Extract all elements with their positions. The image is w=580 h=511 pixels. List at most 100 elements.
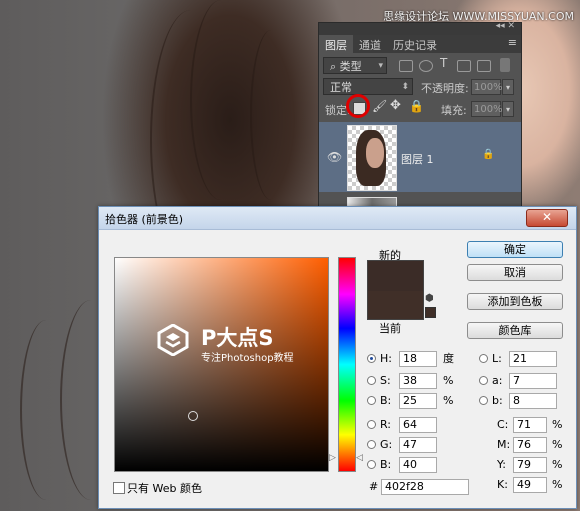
field-row-m: M: 76 % (497, 437, 571, 453)
pixel-filter-icon[interactable] (399, 60, 413, 72)
lock-position-move-icon[interactable]: ✥ (390, 98, 401, 113)
label-g: G: (380, 438, 393, 451)
input-a[interactable]: 7 (509, 373, 557, 389)
layer-lock-icon: 🔒 (482, 149, 495, 160)
radio-lab-b[interactable] (479, 396, 488, 405)
color-cursor[interactable] (188, 411, 198, 421)
hair-strand (20, 320, 72, 500)
hue-slider[interactable] (338, 257, 356, 472)
color-picker-dialog: 拾色器 (前景色) ✕ P大点S 专注Photoshop教程 ▷ ◁ 新的 当前… (98, 206, 577, 509)
fill-dropdown-icon[interactable]: ▾ (502, 101, 514, 117)
hex-input[interactable]: 402f28 (381, 479, 469, 495)
label-b: B: (380, 394, 392, 407)
unit-percent: % (552, 438, 563, 451)
opacity-input[interactable]: 100% (471, 79, 503, 95)
opacity-label: 不透明度: (421, 82, 469, 95)
hue-right-arrow-icon[interactable]: ◁ (356, 453, 363, 463)
label-l: L: (492, 352, 502, 365)
field-row-r: R: 64 (367, 417, 467, 433)
logo-mark-icon (157, 324, 189, 356)
input-k[interactable]: 49 (513, 477, 547, 493)
panel-menu-icon[interactable]: ≡ (508, 36, 517, 49)
input-s[interactable]: 38 (399, 373, 437, 389)
fill-label: 填充: (441, 104, 467, 117)
type-filter-icon[interactable]: T (440, 56, 447, 70)
unit-degree: 度 (443, 352, 454, 365)
websafe-swatch-icon[interactable] (425, 307, 436, 318)
blend-mode-value: 正常 (330, 81, 352, 94)
lock-all-icon[interactable]: 🔒 (409, 99, 424, 113)
dialog-titlebar[interactable]: 拾色器 (前景色) ✕ (99, 207, 576, 230)
input-y[interactable]: 79 (513, 457, 547, 473)
shape-filter-icon[interactable] (457, 60, 471, 72)
filter-toggle-icon[interactable] (500, 58, 510, 72)
radio-g[interactable] (367, 440, 376, 449)
panel-topbar: ◂◂ ✕ (319, 21, 521, 35)
label-s: S: (380, 374, 391, 387)
saturation-brightness-field[interactable]: P大点S 专注Photoshop教程 (114, 257, 329, 472)
field-row-a: a: 7 (479, 373, 569, 389)
adjustment-filter-icon[interactable] (419, 60, 433, 72)
field-row-c: C: 71 % (497, 417, 571, 433)
fill-input[interactable]: 100% (471, 101, 503, 117)
label-r: R: (380, 418, 392, 431)
input-lab-b[interactable]: 8 (509, 393, 557, 409)
label-c: C: (497, 418, 509, 431)
radio-b[interactable] (367, 396, 376, 405)
input-b[interactable]: 25 (399, 393, 437, 409)
label-blue: B: (380, 458, 392, 471)
chevron-updown-icon: ⬍ (401, 82, 409, 92)
collapse-icon[interactable]: ◂◂ ✕ (496, 21, 515, 31)
input-c[interactable]: 71 (513, 417, 547, 433)
color-libraries-button[interactable]: 颜色库 (467, 322, 563, 339)
layer-row[interactable]: 👁 图层 1 🔒 (319, 122, 521, 192)
layers-panel: ◂◂ ✕ 图层 通道 历史记录 ≡ ⌕ 类型 ▾ T 正常 ⬍ 不透明度: 100%… (318, 21, 522, 214)
input-blue[interactable]: 40 (399, 457, 437, 473)
hue-left-arrow-icon[interactable]: ▷ (329, 453, 336, 463)
logo-brand: P大点S (201, 326, 274, 350)
label-y: Y: (497, 458, 506, 471)
current-color-swatch[interactable] (367, 291, 424, 320)
opacity-dropdown-icon[interactable]: ▾ (502, 79, 514, 95)
add-to-swatches-button[interactable]: 添加到色板 (467, 293, 563, 310)
layer-thumbnail (347, 125, 397, 191)
input-r[interactable]: 64 (399, 417, 437, 433)
radio-s[interactable] (367, 376, 376, 385)
radio-l[interactable] (479, 354, 488, 363)
radio-r[interactable] (367, 420, 376, 429)
filter-kind-value: 类型 (339, 60, 362, 73)
unit-percent: % (552, 418, 563, 431)
lock-pixels-brush-icon[interactable]: 🖌 (372, 99, 387, 113)
current-color-label: 当前 (379, 322, 401, 335)
layer-name[interactable]: 图层 1 (401, 151, 434, 167)
label-lab-b: b: (492, 394, 503, 407)
cancel-button[interactable]: 取消 (467, 264, 563, 281)
tab-layers[interactable]: 图层 (319, 35, 353, 53)
out-of-gamut-cube-icon[interactable]: ⬢ (425, 293, 434, 304)
lock-highlight-circle (346, 94, 370, 118)
input-m[interactable]: 76 (513, 437, 547, 453)
ok-button[interactable]: 确定 (467, 241, 563, 258)
field-row-b: B: 25 % (367, 393, 467, 409)
checkbox-box[interactable] (113, 482, 125, 494)
input-g[interactable]: 47 (399, 437, 437, 453)
blend-mode-select[interactable]: 正常 ⬍ (323, 78, 413, 95)
smartobject-filter-icon[interactable] (477, 60, 491, 72)
eye-visibility-icon[interactable]: 👁 (327, 150, 342, 164)
input-h[interactable]: 18 (399, 351, 437, 367)
radio-h[interactable] (367, 354, 376, 363)
radio-a[interactable] (479, 376, 488, 385)
tab-channels[interactable]: 通道 (353, 35, 387, 53)
tab-history[interactable]: 历史记录 (387, 35, 443, 53)
logo-tagline: 专注Photoshop教程 (201, 353, 294, 364)
close-button[interactable]: ✕ (526, 209, 568, 227)
input-l[interactable]: 21 (509, 351, 557, 367)
field-row-k: K: 49 % (497, 477, 571, 493)
label-m: M: (497, 438, 511, 451)
dialog-title: 拾色器 (前景色) (105, 213, 184, 226)
field-row-s: S: 38 % (367, 373, 467, 389)
radio-blue[interactable] (367, 460, 376, 469)
label-a: a: (492, 374, 503, 387)
filter-kind-select[interactable]: ⌕ 类型 ▾ (323, 57, 387, 74)
panel-tabs: 图层 通道 历史记录 ≡ (319, 35, 521, 53)
